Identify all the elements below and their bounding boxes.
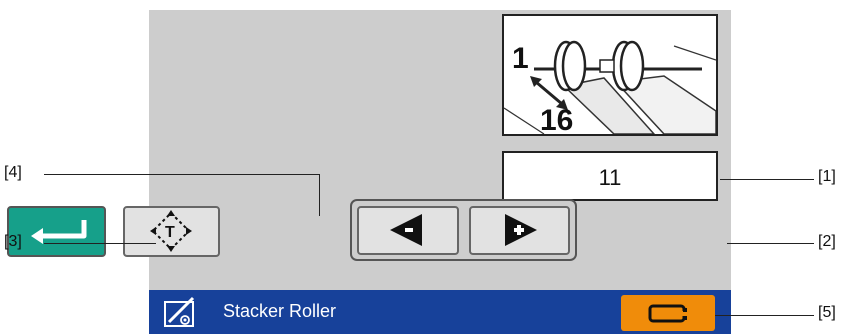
value-text: 11 bbox=[598, 165, 622, 190]
pen-settings-icon bbox=[164, 296, 195, 327]
callout-1: [1] bbox=[818, 168, 836, 185]
status-bar: Stacker Roller bbox=[149, 290, 731, 334]
callout-3: [3] bbox=[4, 233, 22, 250]
callout-4-line bbox=[44, 174, 319, 175]
decrease-button[interactable] bbox=[357, 206, 459, 255]
arrow-left-icon bbox=[390, 214, 422, 246]
value-display: 11 bbox=[502, 151, 718, 201]
callout-4: [4] bbox=[4, 164, 22, 181]
svg-text:T: T bbox=[165, 224, 175, 241]
stacker-roller-diagram: 1 16 bbox=[502, 14, 718, 137]
maintenance-button[interactable] bbox=[621, 295, 715, 331]
roller-illustration: 1 16 bbox=[503, 40, 717, 137]
enter-return-icon bbox=[31, 220, 87, 244]
status-title: Stacker Roller bbox=[223, 301, 337, 321]
text-move-icon: T bbox=[150, 210, 192, 252]
enter-button[interactable] bbox=[7, 206, 106, 257]
callout-2-line bbox=[727, 243, 814, 244]
increase-button[interactable] bbox=[469, 206, 570, 255]
callout-5: [5] bbox=[818, 304, 836, 321]
diagram-label-min: 1 bbox=[512, 42, 529, 75]
maintenance-icon bbox=[648, 304, 687, 323]
callout-4-leader bbox=[319, 174, 320, 216]
text-position-button[interactable]: T bbox=[123, 206, 220, 257]
callout-5-line bbox=[715, 315, 814, 316]
callout-2: [2] bbox=[818, 233, 836, 250]
callout-3-line bbox=[44, 243, 156, 244]
callout-1-line bbox=[720, 179, 814, 180]
diagram-label-max: 16 bbox=[540, 104, 573, 134]
arrow-right-icon bbox=[505, 214, 537, 246]
